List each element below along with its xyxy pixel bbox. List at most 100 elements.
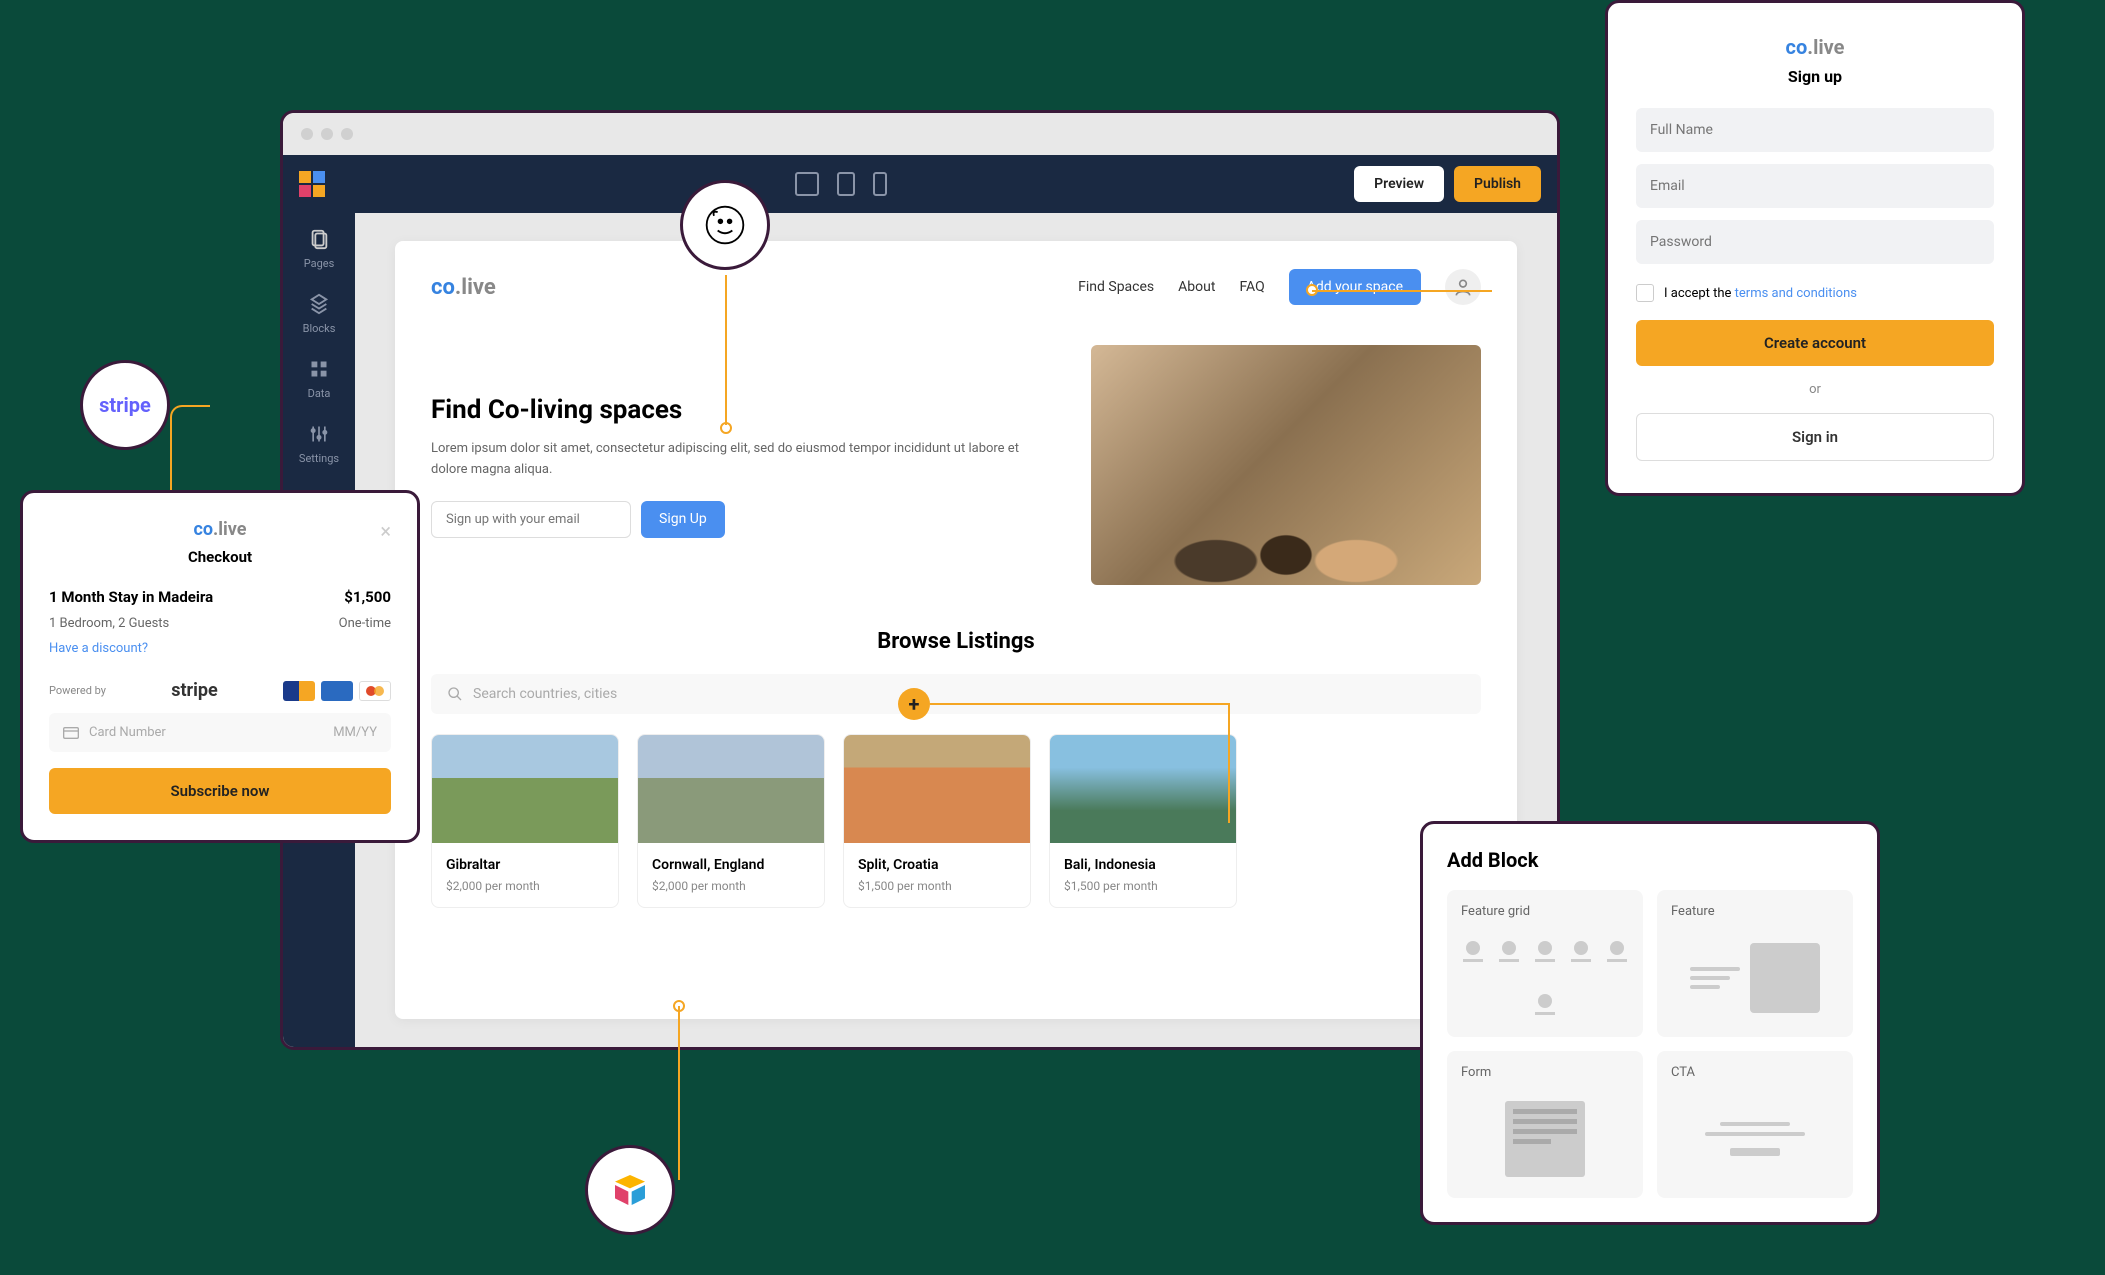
airtable-badge (585, 1145, 675, 1235)
add-block-plus-icon[interactable]: + (898, 688, 930, 720)
search-icon (447, 686, 463, 702)
nav-find-spaces[interactable]: Find Spaces (1078, 279, 1154, 295)
create-account-button[interactable]: Create account (1636, 320, 1994, 366)
listing-image (844, 735, 1030, 843)
tablet-icon[interactable] (837, 172, 855, 196)
search-placeholder: Search countries, cities (473, 686, 617, 702)
listings-row: Gibraltar $2,000 per month Cornwall, Eng… (431, 734, 1481, 908)
mailchimp-icon (703, 203, 747, 247)
stripe-wordmark: stripe (171, 680, 218, 701)
sidebar-label: Pages (304, 257, 335, 270)
logo-text-live: .live (455, 275, 496, 300)
sidebar-item-data[interactable]: Data (307, 357, 331, 400)
checkout-panel: co.live × Checkout 1 Month Stay in Madei… (20, 490, 420, 843)
subscribe-button[interactable]: Subscribe now (49, 768, 391, 814)
site-preview: co.live Find Spaces About FAQ Add your s… (395, 241, 1517, 1019)
listing-price: $1,500 per month (858, 879, 1016, 893)
visa-icon (283, 681, 315, 701)
browse-title: Browse Listings (431, 629, 1481, 654)
terms-link[interactable]: terms and conditions (1735, 286, 1857, 301)
checkout-item-freq: One-time (339, 616, 391, 631)
sidebar-label: Settings (299, 452, 339, 465)
block-tile-label: Form (1461, 1065, 1629, 1080)
block-tile-label: Feature (1671, 904, 1839, 919)
full-name-input[interactable] (1636, 108, 1994, 152)
amex-icon (321, 681, 353, 701)
listing-image (638, 735, 824, 843)
stripe-badge: stripe (80, 360, 170, 450)
password-input[interactable] (1636, 220, 1994, 264)
checkout-title: Checkout (49, 548, 391, 566)
listing-title: Cornwall, England (652, 857, 810, 873)
close-icon[interactable]: × (380, 519, 391, 543)
traffic-light-close[interactable] (301, 128, 313, 140)
listing-title: Gibraltar (446, 857, 604, 873)
checkout-item-price: $1,500 (344, 588, 391, 606)
listing-card[interactable]: Cornwall, England $2,000 per month (637, 734, 825, 908)
airtable-icon (610, 1170, 650, 1210)
stripe-logo: stripe (99, 393, 151, 417)
editor-topbar: Preview Publish (283, 155, 1557, 213)
block-tile-feature[interactable]: Feature (1657, 890, 1853, 1037)
hero-email-input[interactable] (431, 501, 631, 538)
search-bar[interactable]: Search countries, cities (431, 674, 1481, 714)
block-tile-cta[interactable]: CTA (1657, 1051, 1853, 1198)
traffic-light-zoom[interactable] (341, 128, 353, 140)
logo-text-co: co (431, 275, 455, 300)
block-tile-form[interactable]: Form (1447, 1051, 1643, 1198)
add-block-panel: Add Block Feature grid Feature (1420, 821, 1880, 1225)
hero-subtitle: Lorem ipsum dolor sit amet, consectetur … (431, 439, 1051, 481)
user-icon (1453, 277, 1473, 297)
site-logo: co.live (431, 275, 496, 300)
mastercard-icon (359, 681, 391, 701)
hero-image (1091, 345, 1481, 585)
listing-price: $2,000 per month (446, 879, 604, 893)
listing-card[interactable]: Gibraltar $2,000 per month (431, 734, 619, 908)
signup-heading: Sign up (1636, 67, 1994, 86)
app-logo (299, 171, 327, 197)
card-icon (63, 727, 79, 739)
listing-card[interactable]: Bali, Indonesia $1,500 per month (1049, 734, 1237, 908)
hero-signup-button[interactable]: Sign Up (641, 501, 725, 538)
card-placeholder: Card Number (89, 725, 166, 740)
checkout-logo: co.live (193, 519, 246, 540)
or-divider: or (1636, 382, 1994, 397)
pages-icon (307, 227, 331, 251)
sidebar-label: Blocks (303, 322, 336, 335)
accept-text: I accept the terms and conditions (1664, 286, 1857, 301)
payment-card-logos (283, 681, 391, 701)
block-tile-feature-grid[interactable]: Feature grid (1447, 890, 1643, 1037)
settings-icon (307, 422, 331, 446)
listing-image (1050, 735, 1236, 843)
phone-icon[interactable] (873, 172, 887, 196)
listing-card[interactable]: Split, Croatia $1,500 per month (843, 734, 1031, 908)
terms-checkbox[interactable] (1636, 284, 1654, 302)
discount-link[interactable]: Have a discount? (49, 641, 391, 656)
sidebar-item-pages[interactable]: Pages (304, 227, 335, 270)
desktop-icon[interactable] (795, 172, 819, 196)
preview-button[interactable]: Preview (1354, 166, 1444, 202)
publish-button[interactable]: Publish (1454, 166, 1541, 202)
sidebar-item-settings[interactable]: Settings (299, 422, 339, 465)
card-number-input[interactable]: Card Number MM/YY (49, 713, 391, 752)
nav-about[interactable]: About (1178, 279, 1215, 295)
listing-price: $1,500 per month (1064, 879, 1222, 893)
expiry-placeholder: MM/YY (333, 725, 377, 740)
site-header: co.live Find Spaces About FAQ Add your s… (431, 269, 1481, 305)
signup-logo: co.live (1636, 35, 1994, 59)
user-avatar[interactable] (1445, 269, 1481, 305)
sidebar-item-blocks[interactable]: Blocks (303, 292, 336, 335)
traffic-light-minimize[interactable] (321, 128, 333, 140)
block-tile-label: CTA (1671, 1065, 1839, 1080)
listing-title: Split, Croatia (858, 857, 1016, 873)
add-block-title: Add Block (1447, 848, 1853, 872)
window-chrome (283, 113, 1557, 155)
editor-window: Preview Publish Pages Blocks Data Settin… (280, 110, 1560, 1050)
device-preview-switcher (327, 172, 1354, 196)
email-input[interactable] (1636, 164, 1994, 208)
nav-faq[interactable]: FAQ (1239, 279, 1264, 295)
signin-button[interactable]: Sign in (1636, 413, 1994, 461)
listing-title: Bali, Indonesia (1064, 857, 1222, 873)
data-icon (307, 357, 331, 381)
listing-image (432, 735, 618, 843)
